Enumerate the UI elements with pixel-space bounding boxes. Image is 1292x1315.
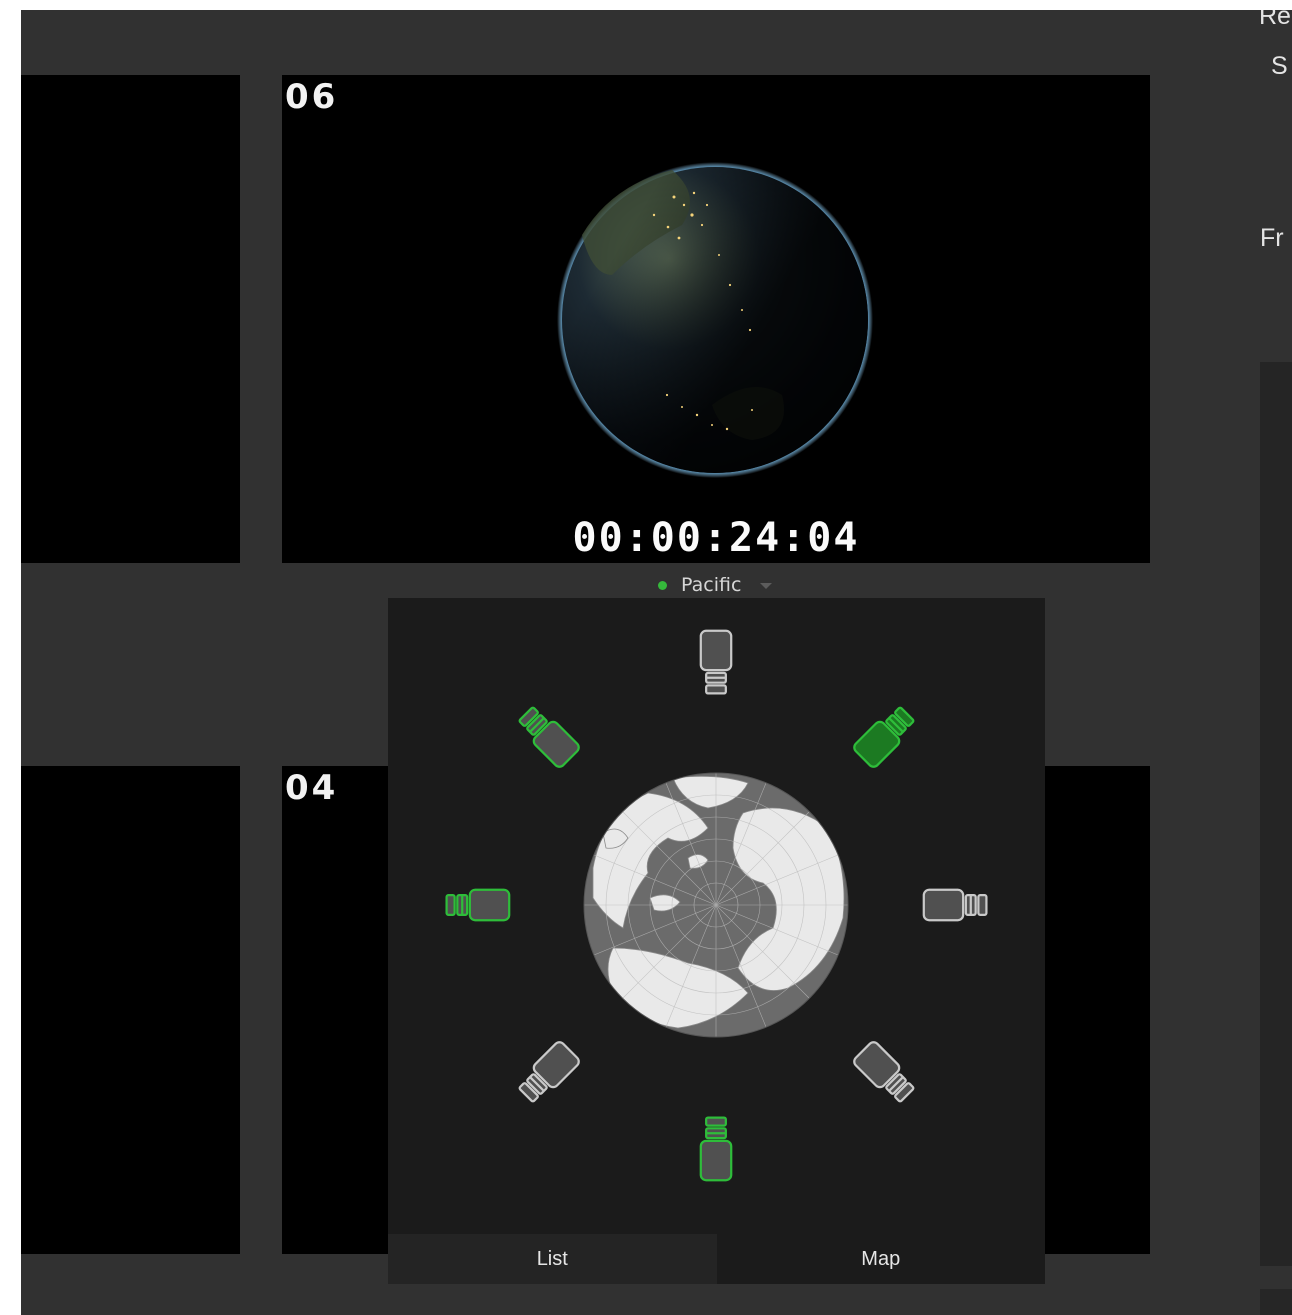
sidebar-label: S: [1271, 52, 1288, 80]
video-tile-06[interactable]: 06 00:00:24:04: [282, 75, 1150, 563]
video-tile-top-left[interactable]: [21, 75, 240, 563]
source-name: Pacific: [681, 574, 742, 596]
status-online-icon: [658, 580, 667, 590]
sidebar-label: Re: [1259, 10, 1291, 30]
timecode-display: 00:00:24:04: [572, 515, 860, 561]
globe-map[interactable]: [583, 772, 849, 1038]
camera-icon-bottom-left[interactable]: [514, 1038, 583, 1107]
earth-image: [557, 162, 873, 478]
tab-list[interactable]: List: [388, 1234, 717, 1284]
chevron-down-icon: [760, 583, 773, 589]
sidebar-list-panel[interactable]: [1260, 362, 1292, 1266]
sidebar-label: Fr: [1260, 224, 1284, 252]
camera-map-popup: List Map: [388, 598, 1045, 1284]
camera-icon-top-right[interactable]: [850, 702, 919, 771]
camera-icon-top[interactable]: [699, 629, 733, 695]
video-wall-app: 06 00:00:24:04 04 Re S Fr Pacific List M…: [21, 10, 1292, 1315]
camera-icon-top-left[interactable]: [514, 702, 583, 771]
camera-map: [445, 629, 988, 1182]
view-tab-bar: List Map: [388, 1234, 1045, 1284]
video-tile-bottom-left[interactable]: [21, 766, 240, 1254]
tab-map[interactable]: Map: [716, 1234, 1045, 1284]
sidebar-footer: [1260, 1289, 1292, 1315]
camera-icon-bottom-right[interactable]: [850, 1038, 919, 1107]
camera-icon-left[interactable]: [445, 888, 511, 922]
camera-icon-bottom[interactable]: [699, 1116, 733, 1182]
tile-number-label: 06: [285, 77, 339, 117]
tile-number-label: 04: [285, 768, 339, 808]
source-dropdown[interactable]: Pacific: [658, 573, 773, 597]
camera-icon-right[interactable]: [922, 888, 988, 922]
